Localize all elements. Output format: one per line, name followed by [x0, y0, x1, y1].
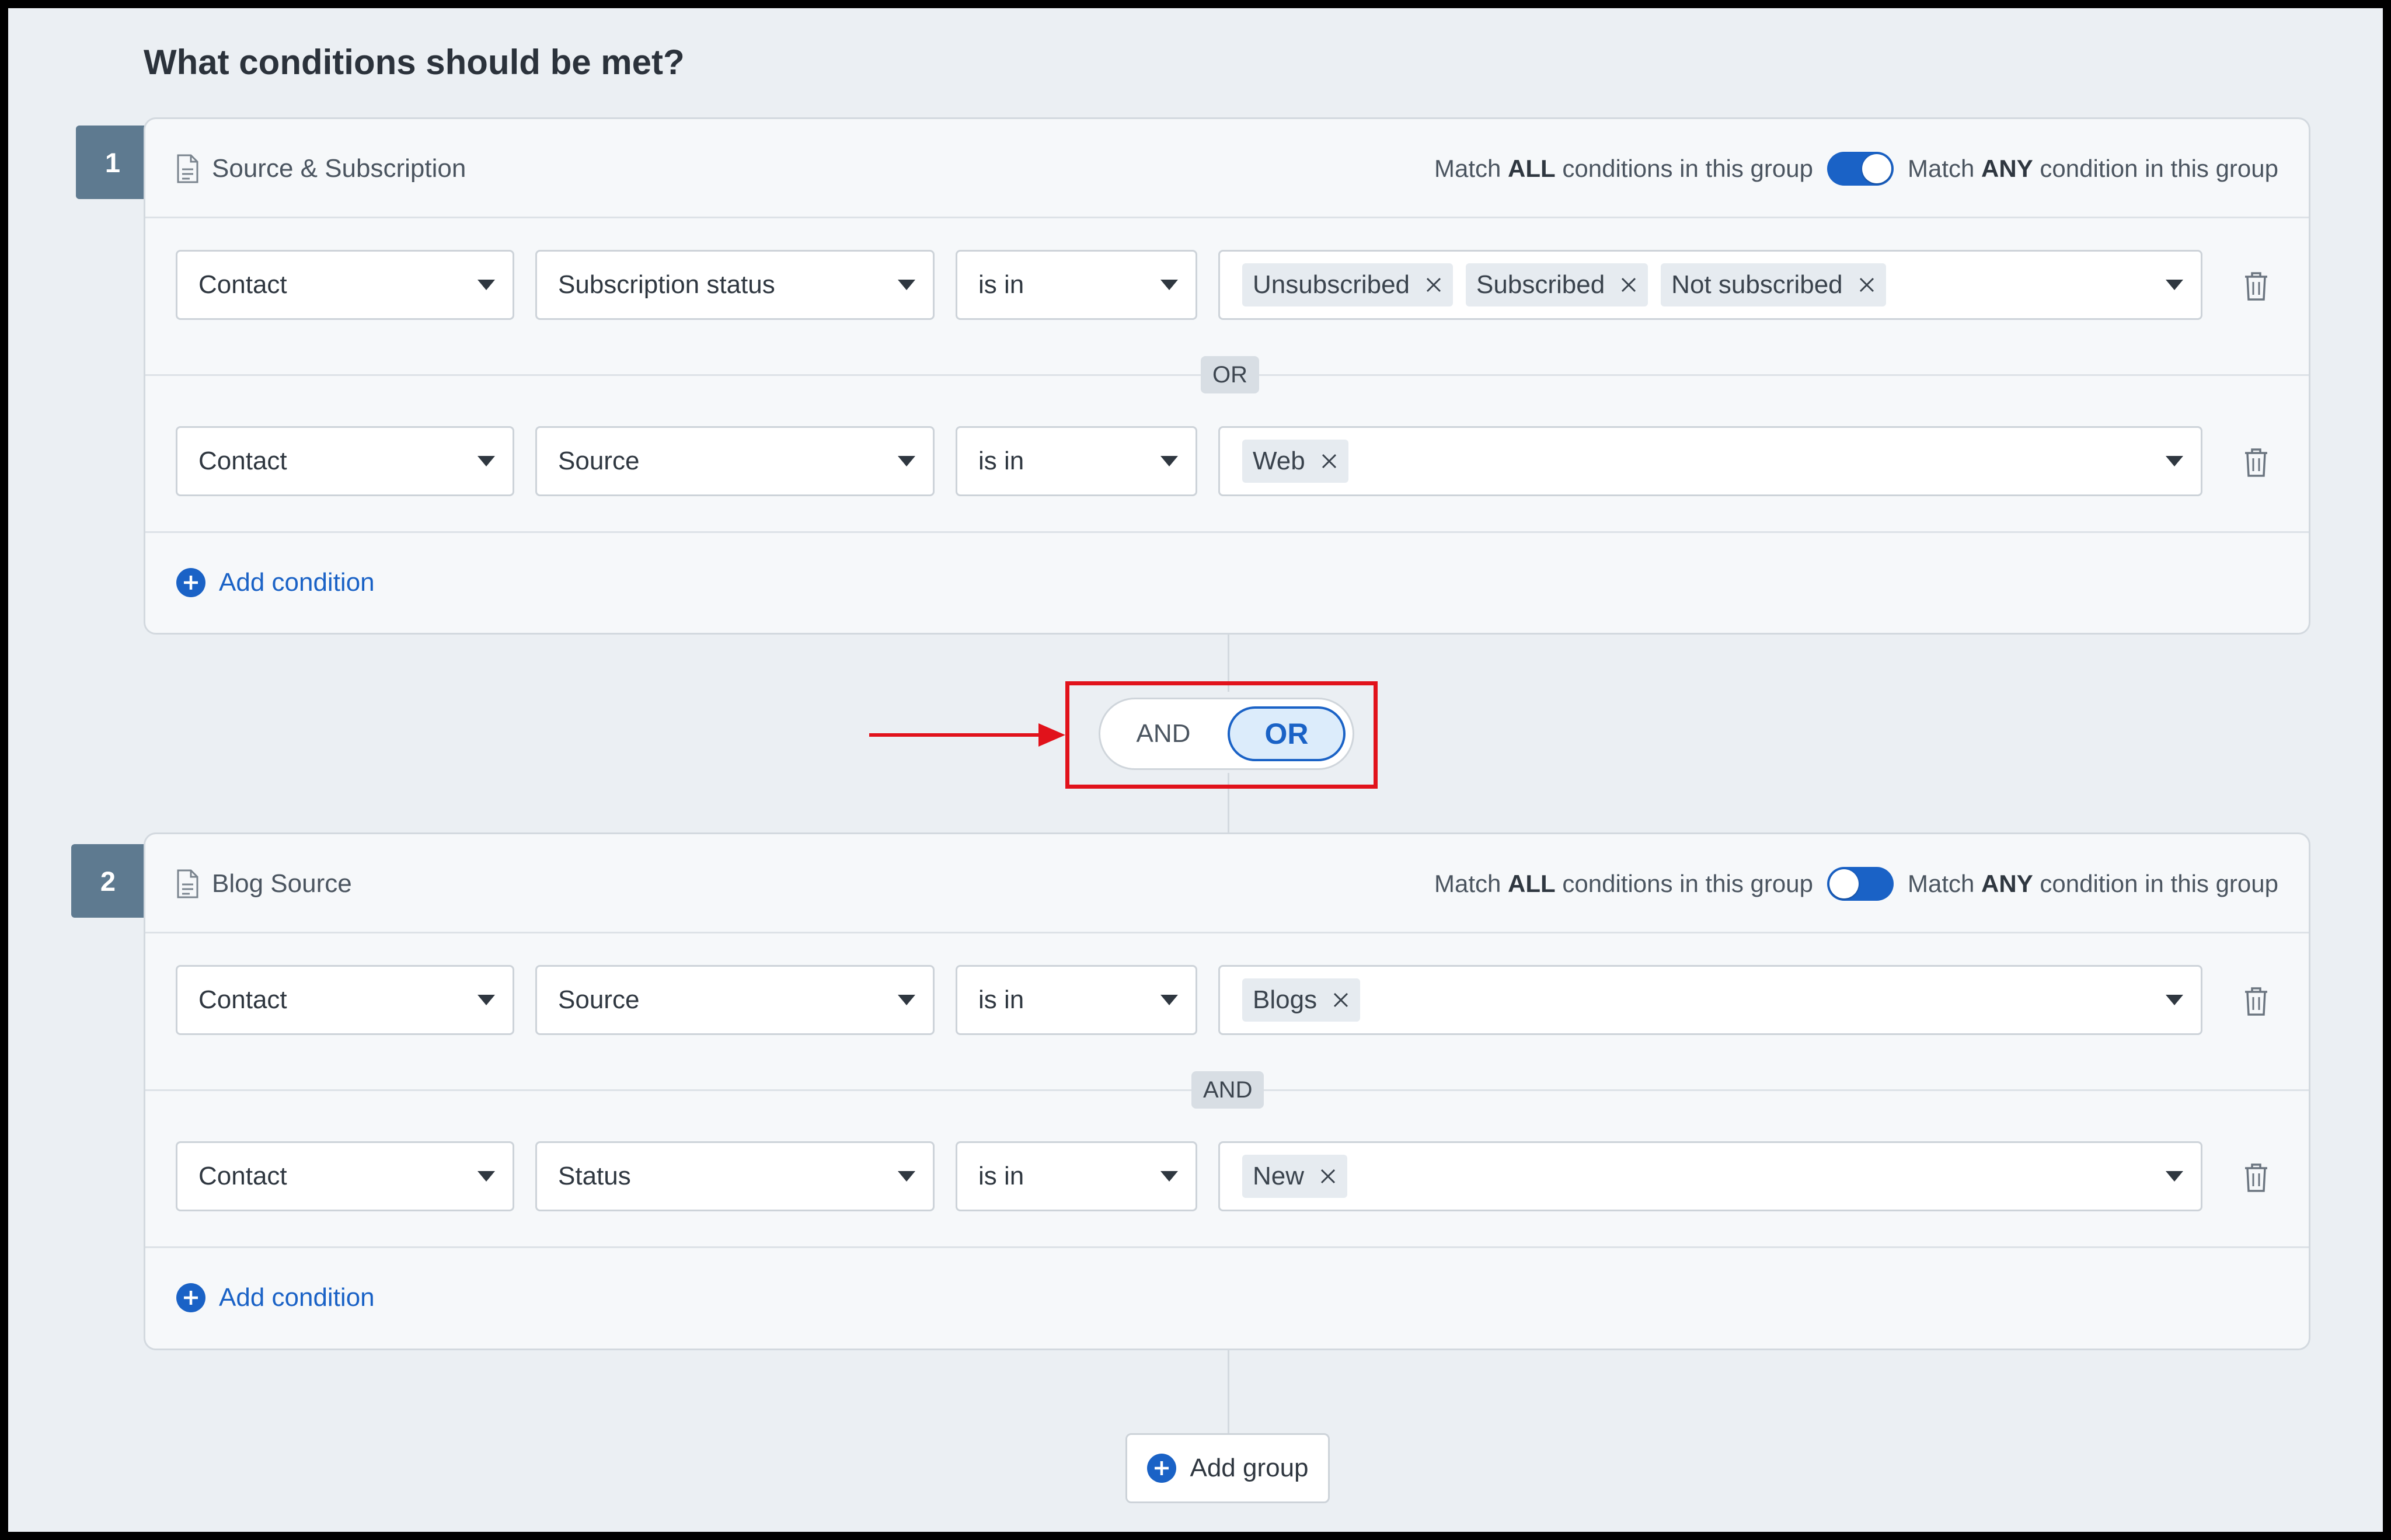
entity-select[interactable]: Contact	[176, 965, 514, 1035]
close-icon[interactable]	[1319, 1168, 1337, 1185]
add-condition-button[interactable]: Add condition	[176, 553, 375, 612]
arrow-annotation	[869, 723, 1065, 747]
caret-down-icon	[2166, 995, 2183, 1005]
field-select[interactable]: Source	[535, 965, 935, 1035]
plus-circle-icon	[1147, 1454, 1177, 1483]
match-mode-switch: Match ALL conditions in this group Match…	[1434, 119, 2278, 218]
trash-icon[interactable]	[2243, 271, 2269, 301]
field-select[interactable]: Source	[535, 426, 935, 496]
entity-select[interactable]: Contact	[176, 426, 514, 496]
match-mode-switch: Match ALL conditions in this group Match…	[1434, 834, 2278, 933]
operator-select[interactable]: is in	[956, 1141, 1197, 1211]
field-select[interactable]: Subscription status	[535, 250, 935, 320]
highlight-box	[1065, 681, 1378, 789]
row-divider	[145, 1246, 2309, 1248]
match-all-label: Match ALL conditions in this group	[1434, 870, 1813, 897]
caret-down-icon	[1160, 280, 1178, 290]
group-name: Blog Source	[176, 834, 352, 933]
condition-group-1: Source & Subscription Match ALL conditio…	[144, 117, 2310, 635]
caret-down-icon	[1160, 1171, 1178, 1182]
value-chip: Unsubscribed	[1242, 263, 1454, 306]
operator-select[interactable]: is in	[956, 250, 1197, 320]
values-multiselect[interactable]: Unsubscribed Subscribed Not subscribed	[1218, 250, 2202, 320]
trash-icon[interactable]	[2243, 447, 2269, 478]
row-joiner-badge: OR	[1201, 356, 1259, 393]
match-toggle[interactable]	[1827, 152, 1894, 186]
add-group-button[interactable]: Add group	[1125, 1433, 1330, 1503]
value-chip: Web	[1242, 440, 1348, 483]
group-header: Source & Subscription Match ALL conditio…	[145, 119, 2309, 218]
close-icon[interactable]	[1332, 991, 1350, 1009]
close-icon[interactable]	[1425, 276, 1442, 294]
caret-down-icon	[898, 1171, 915, 1182]
group-header: Blog Source Match ALL conditions in this…	[145, 834, 2309, 933]
caret-down-icon	[477, 1171, 495, 1182]
condition-row: Contact Subscription status is in Unsubs…	[145, 218, 2309, 374]
plus-circle-icon	[176, 568, 205, 597]
caret-down-icon	[477, 280, 495, 290]
caret-down-icon	[477, 456, 495, 466]
caret-down-icon	[898, 280, 915, 290]
entity-select[interactable]: Contact	[176, 1141, 514, 1211]
close-icon[interactable]	[1320, 452, 1338, 470]
trash-icon[interactable]	[2243, 1162, 2269, 1193]
match-all-label: Match ALL conditions in this group	[1434, 155, 1813, 182]
group-number-badge: 2	[71, 844, 145, 918]
condition-row: Contact Source is in Blogs	[145, 933, 2309, 1089]
entity-select[interactable]: Contact	[176, 250, 514, 320]
values-multiselect[interactable]: New	[1218, 1141, 2202, 1211]
values-multiselect[interactable]: Blogs	[1218, 965, 2202, 1035]
group-name-text: Blog Source	[212, 869, 352, 898]
caret-down-icon	[1160, 456, 1178, 466]
value-chip: New	[1242, 1155, 1348, 1198]
value-chip: Blogs	[1242, 978, 1361, 1022]
condition-group-2: Blog Source Match ALL conditions in this…	[144, 832, 2310, 1350]
plus-circle-icon	[176, 1283, 205, 1312]
screenshot-frame: What conditions should be met? 1 Source …	[0, 0, 2391, 1540]
page-title: What conditions should be met?	[144, 43, 685, 82]
trash-icon[interactable]	[2243, 986, 2269, 1016]
group-number-badge: 1	[76, 126, 149, 199]
value-chip: Subscribed	[1466, 263, 1648, 306]
condition-row: Contact Source is in Web	[145, 395, 2309, 550]
match-toggle[interactable]	[1827, 867, 1894, 901]
close-icon[interactable]	[1620, 276, 1637, 294]
caret-down-icon	[2166, 1171, 2183, 1182]
match-any-label: Match ANY condition in this group	[1907, 155, 2278, 182]
values-multiselect[interactable]: Web	[1218, 426, 2202, 496]
field-select[interactable]: Status	[535, 1141, 935, 1211]
group-name: Source & Subscription	[176, 119, 466, 218]
caret-down-icon	[2166, 280, 2183, 290]
close-icon[interactable]	[1858, 276, 1876, 294]
caret-down-icon	[1160, 995, 1178, 1005]
match-any-label: Match ANY condition in this group	[1907, 870, 2278, 897]
value-chip: Not subscribed	[1661, 263, 1886, 306]
document-icon	[177, 154, 198, 183]
condition-row: Contact Status is in New	[145, 1110, 2309, 1265]
group-name-text: Source & Subscription	[212, 154, 466, 183]
operator-select[interactable]: is in	[956, 426, 1197, 496]
add-condition-button[interactable]: Add condition	[176, 1269, 375, 1327]
operator-select[interactable]: is in	[956, 965, 1197, 1035]
row-divider	[145, 531, 2309, 533]
caret-down-icon	[2166, 456, 2183, 466]
caret-down-icon	[898, 456, 915, 466]
connector-line	[1228, 1349, 1229, 1434]
row-joiner-badge: AND	[1191, 1071, 1264, 1109]
caret-down-icon	[898, 995, 915, 1005]
document-icon	[177, 869, 198, 898]
caret-down-icon	[477, 995, 495, 1005]
